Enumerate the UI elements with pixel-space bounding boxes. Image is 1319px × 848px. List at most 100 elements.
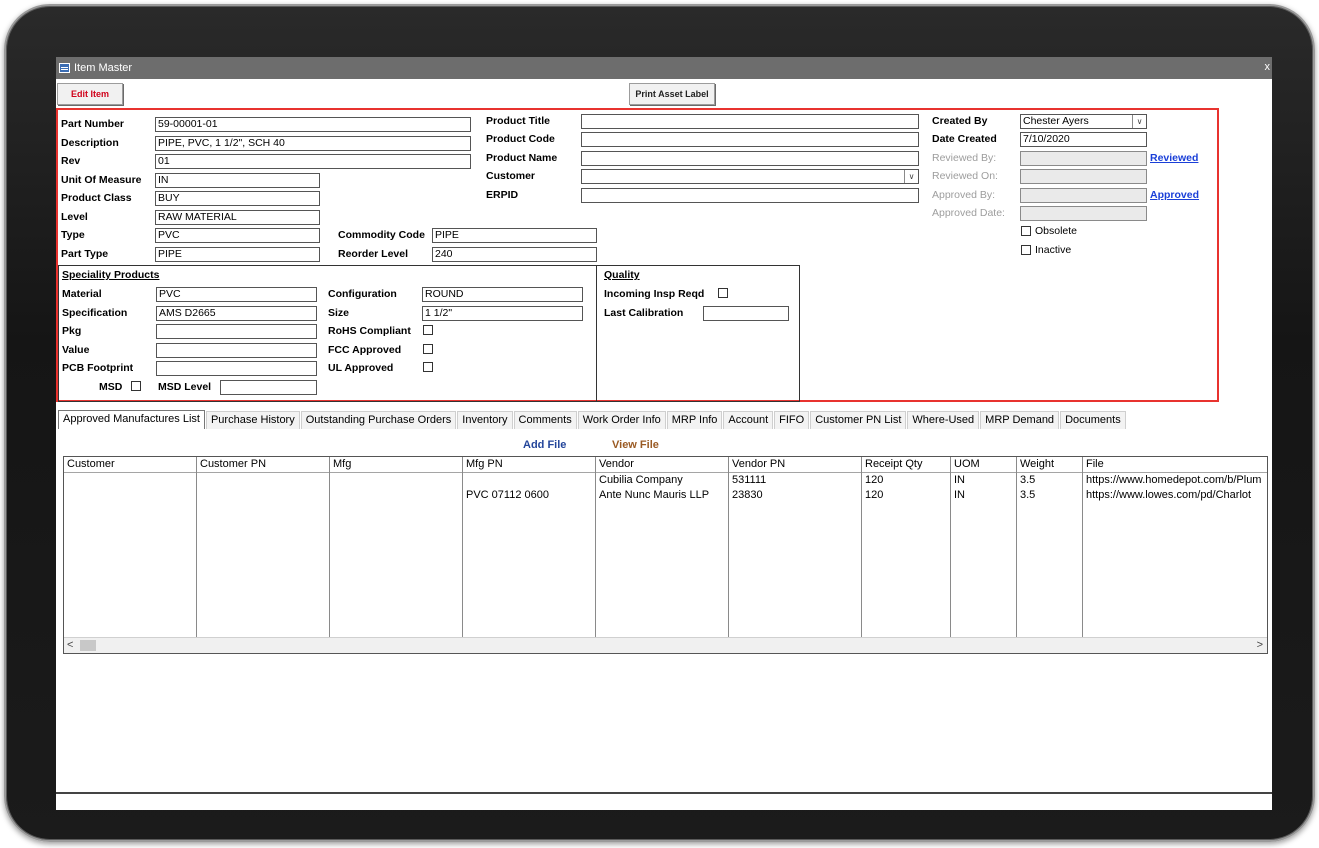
level-field[interactable]: RAW MATERIAL (155, 210, 320, 225)
pkg-label: Pkg (62, 325, 82, 337)
tab-documents[interactable]: Documents (1060, 411, 1126, 429)
obsolete-checkbox[interactable] (1021, 226, 1031, 236)
column-header[interactable]: Vendor PN (729, 457, 861, 473)
grid-cell[interactable] (197, 488, 329, 503)
tab-account[interactable]: Account (723, 411, 774, 429)
grid-cell[interactable]: 23830 (729, 488, 861, 503)
type-field[interactable]: PVC (155, 228, 320, 243)
tab-approved-manufactures-list[interactable]: Approved Manufactures List (58, 410, 205, 429)
grid-column: Customer (64, 457, 197, 637)
column-header[interactable]: Mfg PN (463, 457, 595, 473)
approved-link[interactable]: Approved (1150, 189, 1199, 201)
grid-cell[interactable]: 120 (862, 473, 950, 488)
tab-inventory[interactable]: Inventory (457, 411, 513, 429)
ul-checkbox[interactable] (423, 362, 433, 372)
tab-work-order-info[interactable]: Work Order Info (577, 411, 666, 429)
column-header[interactable]: Weight (1017, 457, 1082, 473)
grid-cell[interactable]: Ante Nunc Mauris LLP (596, 488, 728, 503)
tab-mrp-demand[interactable]: MRP Demand (980, 411, 1060, 429)
tab-purchase-history[interactable]: Purchase History (205, 411, 300, 429)
tab-comments[interactable]: Comments (513, 411, 577, 429)
tab-customer-pn-list[interactable]: Customer PN List (810, 411, 907, 429)
product-class-field[interactable]: BUY (155, 191, 320, 206)
msd-checkbox[interactable] (131, 381, 141, 391)
grid-cell[interactable] (330, 473, 462, 488)
part-type-field[interactable]: PIPE (155, 247, 320, 262)
customer-select[interactable]: ∨ (581, 169, 919, 184)
tab-mrp-info[interactable]: MRP Info (666, 411, 723, 429)
tab-where-used[interactable]: Where-Used (907, 411, 980, 429)
chevron-down-icon[interactable]: ∨ (904, 170, 918, 183)
rev-field[interactable]: 01 (155, 154, 471, 169)
product-title-field[interactable] (581, 114, 919, 129)
incoming-insp-checkbox[interactable] (718, 288, 728, 298)
column-header[interactable]: Vendor (596, 457, 728, 473)
scroll-left-icon[interactable]: < (67, 639, 73, 651)
grid-cell[interactable]: IN (951, 473, 1016, 488)
reorder-level-field[interactable]: 240 (432, 247, 597, 262)
material-field[interactable]: PVC (156, 287, 317, 302)
column-header[interactable]: UOM (951, 457, 1016, 473)
erpid-field[interactable] (581, 188, 919, 203)
product-name-field[interactable] (581, 151, 919, 166)
pcb-footprint-field[interactable] (156, 361, 317, 376)
window-title: Item Master (74, 62, 133, 74)
grid-cell[interactable]: 531111 (729, 473, 861, 488)
column-header[interactable]: Customer PN (197, 457, 329, 473)
grid-cell[interactable]: Cubilia Company (596, 473, 728, 488)
rohs-checkbox[interactable] (423, 325, 433, 335)
column-header[interactable]: Customer (64, 457, 196, 473)
scroll-thumb[interactable] (80, 640, 96, 651)
inactive-checkbox[interactable] (1021, 245, 1031, 255)
approved-date-label: Approved Date: (932, 207, 1005, 219)
scroll-right-icon[interactable]: > (1257, 639, 1263, 651)
grid-cell[interactable]: https://www.lowes.com/pd/Charlot (1083, 488, 1267, 503)
column-header[interactable]: Receipt Qty (862, 457, 950, 473)
column-header[interactable]: File (1083, 457, 1267, 473)
grid-cell[interactable]: https://www.homedepot.com/b/Plum (1083, 473, 1267, 488)
close-icon[interactable]: x (1265, 61, 1271, 73)
msd-level-field[interactable] (220, 380, 317, 395)
grid-cell[interactable]: 3.5 (1017, 488, 1082, 503)
grid-cell[interactable]: IN (951, 488, 1016, 503)
grid-cell[interactable]: 3.5 (1017, 473, 1082, 488)
pkg-field[interactable] (156, 324, 317, 339)
last-calibration-field[interactable] (703, 306, 789, 321)
reviewed-link[interactable]: Reviewed (1150, 152, 1198, 164)
grid-column: Vendor PN 531111 23830 (729, 457, 862, 637)
grid-column: Mfg PN PVC 07112 0600 (463, 457, 596, 637)
horizontal-scrollbar[interactable]: < > (64, 637, 1267, 653)
grid-cell[interactable]: 120 (862, 488, 950, 503)
grid-cell[interactable] (197, 473, 329, 488)
value-field[interactable] (156, 343, 317, 358)
description-field[interactable]: PIPE, PVC, 1 1/2", SCH 40 (155, 136, 471, 151)
configuration-field[interactable]: ROUND (422, 287, 583, 302)
tab-fifo[interactable]: FIFO (774, 411, 810, 429)
grid-cell[interactable] (64, 488, 196, 503)
column-header[interactable]: Mfg (330, 457, 462, 473)
size-field[interactable]: 1 1/2" (422, 306, 583, 321)
specification-field[interactable]: AMS D2665 (156, 306, 317, 321)
grid-column: File https://www.homedepot.com/b/Plum http… (1083, 457, 1267, 637)
part-type-label: Part Type (61, 248, 109, 260)
chevron-down-icon[interactable]: ∨ (1132, 115, 1146, 128)
grid-cell[interactable]: PVC 07112 0600 (463, 488, 595, 503)
fcc-checkbox[interactable] (423, 344, 433, 354)
part-number-field[interactable]: 59-00001-01 (155, 117, 471, 132)
edit-item-button[interactable]: Edit Item (57, 83, 123, 105)
print-asset-label-button[interactable]: Print Asset Label (629, 83, 715, 105)
title-bar: Item Master x (56, 57, 1272, 79)
uom-field[interactable]: IN (155, 173, 320, 188)
created-by-select[interactable]: Chester Ayers ∨ (1020, 114, 1147, 129)
product-code-field[interactable] (581, 132, 919, 147)
add-file-link[interactable]: Add File (523, 439, 566, 451)
grid-cell[interactable] (64, 473, 196, 488)
view-file-link[interactable]: View File (612, 439, 659, 451)
date-created-label: Date Created (932, 133, 997, 145)
tab-outstanding-purchase-orders[interactable]: Outstanding Purchase Orders (300, 411, 457, 429)
reviewed-on-label: Reviewed On: (932, 170, 998, 182)
grid-cell[interactable] (330, 488, 462, 503)
commodity-code-field[interactable]: PIPE (432, 228, 597, 243)
grid-cell[interactable] (463, 473, 595, 488)
date-created-field[interactable]: 7/10/2020 (1020, 132, 1147, 147)
